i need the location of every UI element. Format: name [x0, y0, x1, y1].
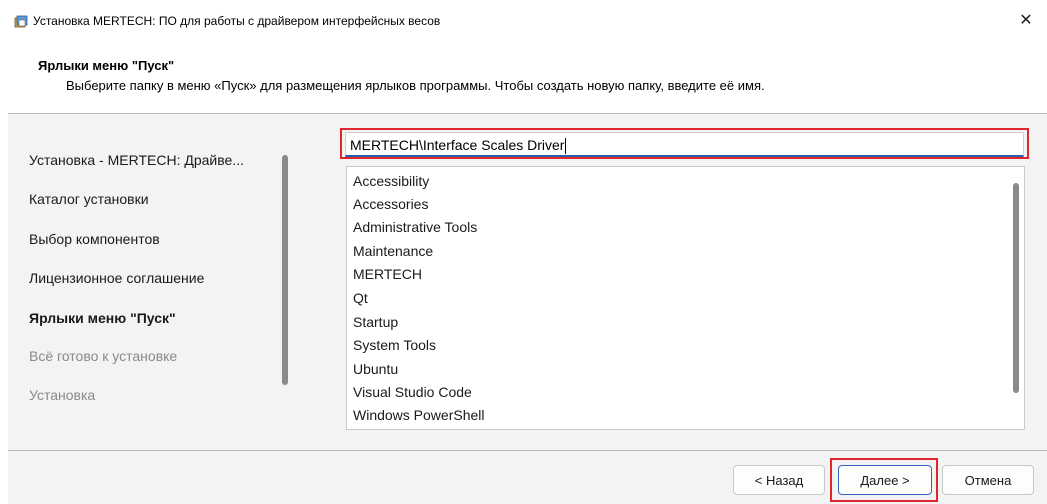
list-item[interactable]: Windows PowerShell: [353, 407, 485, 423]
cancel-button[interactable]: Отмена: [942, 465, 1034, 495]
sidebar-item-ready: Всё готово к установке: [29, 348, 178, 364]
list-item[interactable]: Ubuntu: [353, 361, 398, 377]
sidebar-item-start-menu: Ярлыки меню "Пуск": [29, 310, 176, 326]
list-item[interactable]: Administrative Tools: [353, 219, 477, 235]
back-button[interactable]: < Назад: [733, 465, 825, 495]
close-icon[interactable]: ✕: [1015, 10, 1037, 32]
sidebar-item-license: Лицензионное соглашение: [29, 270, 205, 286]
list-item[interactable]: Accessories: [353, 196, 428, 212]
installer-app-icon: [14, 15, 28, 28]
start-menu-folder-list[interactable]: Accessibility Accessories Administrative…: [346, 166, 1025, 430]
sidebar-item-install-dir: Каталог установки: [29, 191, 149, 207]
list-item[interactable]: Startup: [353, 314, 398, 330]
next-highlight-frame: [830, 458, 938, 502]
page-subtitle: Выберите папку в меню «Пуск» для размеще…: [66, 78, 765, 93]
window-title: Установка MERTECH: ПО для работы с драйв…: [33, 14, 441, 28]
input-highlight-frame: [340, 128, 1029, 159]
list-item[interactable]: Qt: [353, 290, 368, 306]
folder-list-scrollbar[interactable]: [1013, 183, 1019, 393]
sidebar-scrollbar[interactable]: [282, 155, 288, 385]
sidebar-item-setup: Установка - MERTECH: Драйве...: [29, 152, 244, 168]
page-header: Ярлыки меню "Пуск" Выберите папку в меню…: [0, 44, 1047, 114]
list-item[interactable]: System Tools: [353, 337, 436, 353]
list-item[interactable]: Visual Studio Code: [353, 384, 472, 400]
sidebar-item-components: Выбор компонентов: [29, 231, 160, 247]
title-bar: Установка MERTECH: ПО для работы с драйв…: [0, 0, 1047, 44]
sidebar-item-installing: Установка: [29, 387, 96, 403]
list-item[interactable]: Maintenance: [353, 243, 433, 259]
page-title: Ярлыки меню "Пуск": [38, 58, 175, 73]
list-item[interactable]: Accessibility: [353, 173, 429, 189]
list-item[interactable]: MERTECH: [353, 266, 422, 282]
